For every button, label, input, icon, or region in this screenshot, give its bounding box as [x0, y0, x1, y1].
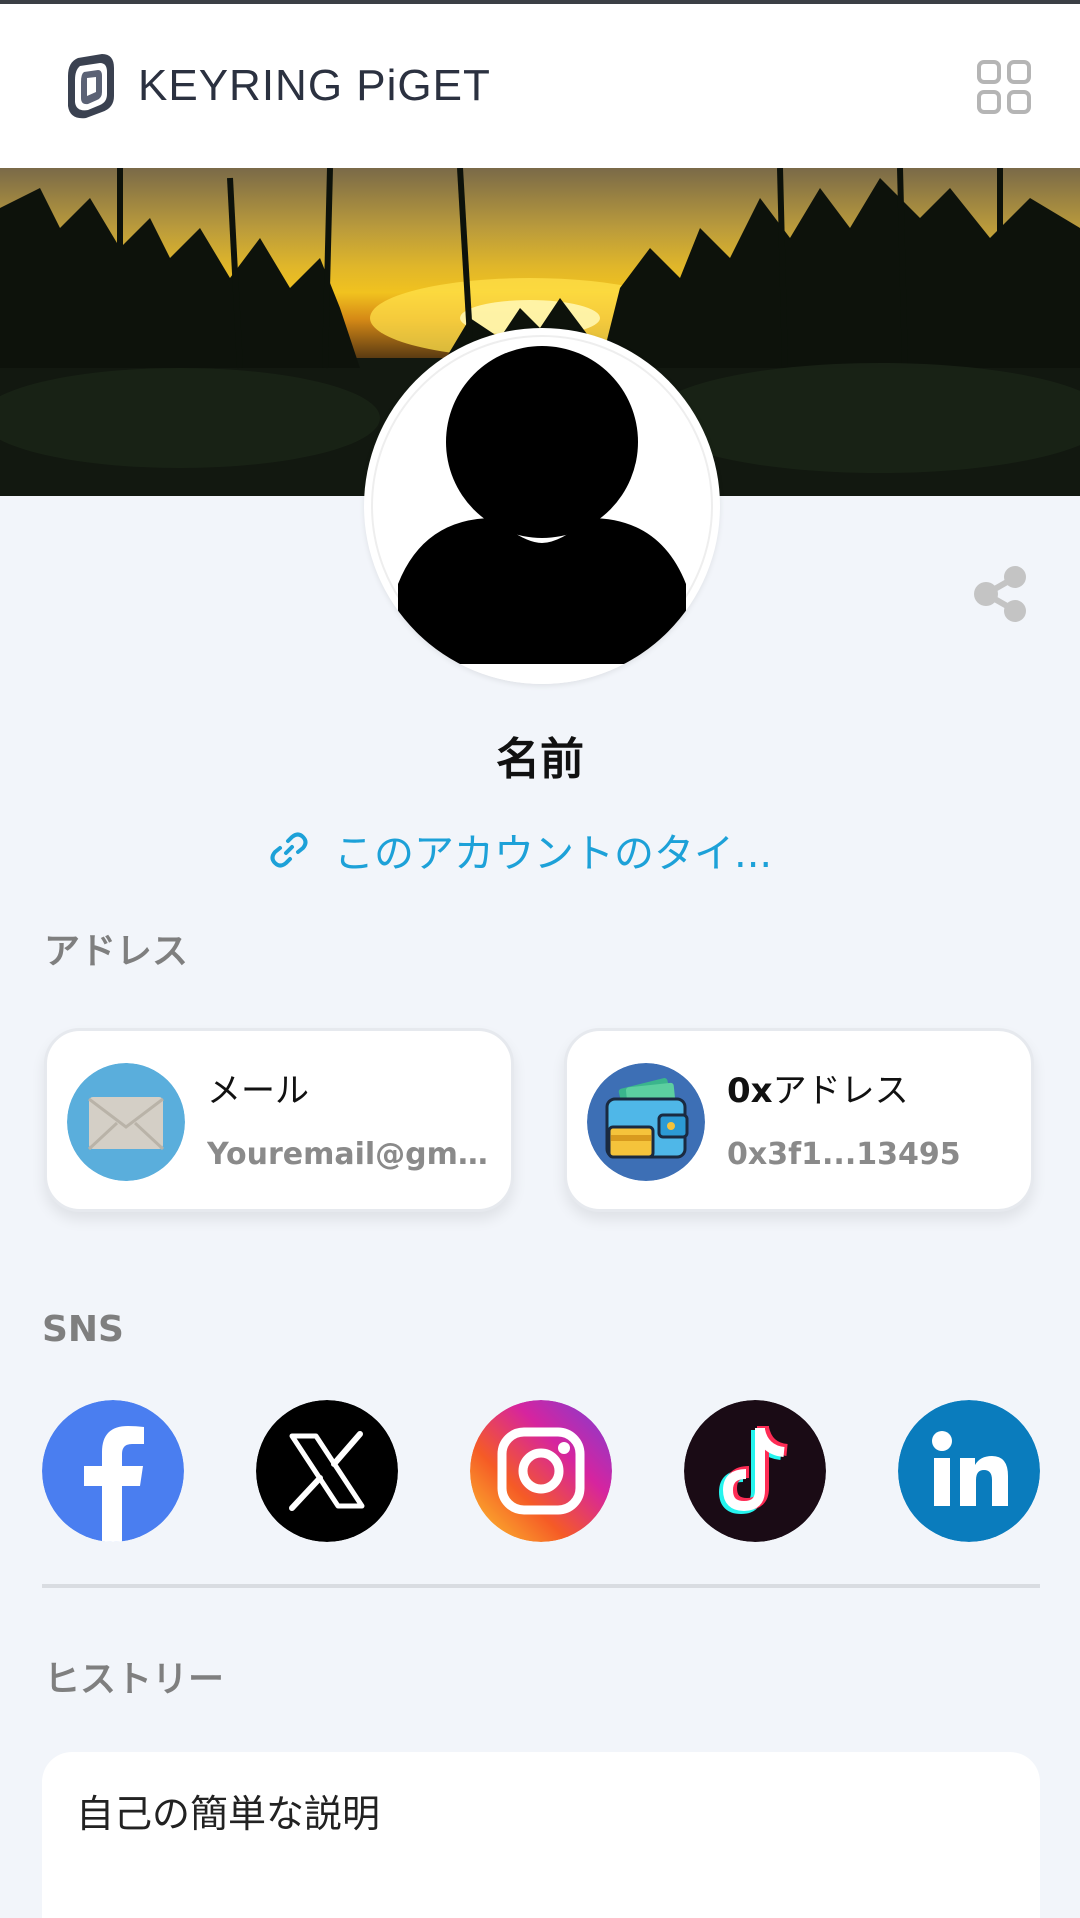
address-section-label: アドレス	[44, 931, 189, 972]
profile-name: 名前	[496, 734, 584, 785]
sns-section-label: SNS	[42, 1309, 124, 1350]
envelope-icon	[67, 1063, 185, 1181]
linkedin-icon	[898, 1400, 1040, 1542]
sns-tiktok[interactable]	[684, 1400, 826, 1542]
wallet-card-title-suffix: アドレス	[772, 1071, 909, 1111]
email-card[interactable]: メール Youremail@gma...	[44, 1028, 514, 1212]
email-card-title: メール	[207, 1071, 309, 1111]
brand-name: KEYRING PiGET	[138, 61, 491, 110]
wallet-card-title-prefix: 0x	[727, 1071, 773, 1111]
tiktok-icon	[684, 1400, 826, 1542]
history-description: 自己の簡単な説明	[76, 1792, 381, 1836]
grid-icon[interactable]	[976, 59, 1032, 115]
wallet-icon	[587, 1063, 705, 1181]
instagram-icon	[470, 1400, 612, 1542]
account-title-text: このアカウントのタイ...	[334, 831, 773, 877]
sns-facebook[interactable]	[42, 1400, 184, 1542]
keyring-logo-icon	[68, 54, 114, 119]
app-header: KEYRING PiGET	[0, 4, 1080, 168]
share-icon[interactable]	[970, 564, 1030, 624]
facebook-icon	[42, 1400, 184, 1542]
history-card: 自己の簡単な説明	[42, 1752, 1040, 1918]
wallet-card-value: 0x3f1...13495	[727, 1137, 961, 1172]
sns-linkedin[interactable]	[898, 1400, 1040, 1542]
link-icon	[270, 832, 308, 868]
profile-avatar[interactable]	[364, 328, 720, 684]
email-card-value: Youremail@gma...	[207, 1137, 497, 1172]
account-title-link[interactable]: このアカウントのタイ...	[268, 820, 772, 880]
sns-instagram[interactable]	[470, 1400, 612, 1542]
wallet-card-title: 0xアドレス	[727, 1069, 909, 1113]
wallet-card[interactable]: 0xアドレス 0x3f1...13495	[564, 1028, 1034, 1212]
x-icon	[256, 1400, 398, 1542]
section-divider	[42, 1584, 1040, 1588]
sns-x[interactable]	[256, 1400, 398, 1542]
history-section-label: ヒストリー	[44, 1659, 225, 1700]
default-avatar-icon	[364, 335, 720, 684]
